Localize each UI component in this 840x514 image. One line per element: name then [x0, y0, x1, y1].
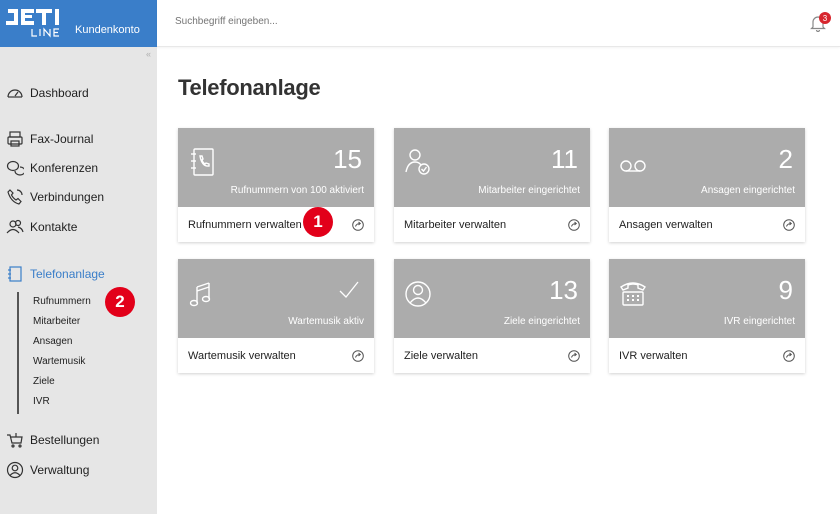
card-count: 9 — [778, 275, 793, 305]
phone-icon — [6, 188, 24, 206]
card-action-label: Mitarbeiter verwalten — [404, 218, 507, 231]
forward-arrow-icon — [783, 218, 795, 231]
user-circle-icon — [405, 281, 431, 307]
sidebar-item-label: Kontakte — [30, 220, 78, 234]
phonebook-icon — [6, 265, 24, 283]
card-ziele: 13 Ziele eingerichtet Ziele verwalten — [394, 259, 590, 373]
mitarbeiter-verwalten-link[interactable]: Mitarbeiter verwalten — [394, 207, 590, 242]
subnav-item-ivr[interactable]: IVR — [33, 396, 50, 407]
subnav-item-mitarbeiter[interactable]: Mitarbeiter — [33, 316, 80, 327]
card-count: 15 — [333, 144, 362, 174]
sidebar-item-verbindungen[interactable]: Verbindungen — [6, 187, 104, 207]
card-action-label: Rufnummern verwalten — [188, 218, 302, 231]
sidebar-item-telefonanlage[interactable]: Telefonanlage — [6, 264, 105, 284]
card-count: 13 — [549, 275, 578, 305]
chat-icon — [6, 159, 24, 177]
sidebar-item-dashboard[interactable]: Dashboard — [6, 83, 89, 103]
card-action-label: Ansagen verwalten — [619, 218, 713, 231]
jetiline-logo — [6, 9, 59, 38]
cart-icon — [6, 431, 24, 449]
annotation-marker-1: 1 — [303, 207, 333, 237]
sidebar-collapse-icon[interactable]: « — [146, 49, 151, 59]
brand-label: Kundenkonto — [75, 24, 140, 36]
forward-arrow-icon — [352, 349, 364, 362]
card-header: 9 IVR eingerichtet — [609, 259, 805, 338]
checkmark-icon — [339, 281, 359, 298]
sidebar-item-bestellungen[interactable]: Bestellungen — [6, 430, 99, 450]
user-circle-icon — [6, 461, 24, 479]
card-header: 15 Rufnummern von 100 aktiviert — [178, 128, 374, 207]
card-count: 2 — [778, 144, 793, 174]
search-input[interactable] — [175, 16, 475, 27]
forward-arrow-icon — [352, 218, 364, 231]
page-title: Telefonanlage — [178, 75, 321, 100]
forward-arrow-icon — [568, 349, 580, 362]
notification-count-badge: 3 — [819, 12, 831, 24]
ziele-verwalten-link[interactable]: Ziele verwalten — [394, 338, 590, 373]
brand-header[interactable]: Kundenkonto — [0, 0, 157, 47]
sidebar-item-label: Dashboard — [30, 86, 89, 100]
subnav-item-rufnummern[interactable]: Rufnummern — [33, 296, 91, 307]
sidebar-item-label: Telefonanlage — [30, 267, 105, 281]
forward-arrow-icon — [783, 349, 795, 362]
user-check-icon — [405, 149, 430, 175]
card-description: Ziele eingerichtet — [503, 316, 580, 327]
card-description: IVR eingerichtet — [723, 316, 795, 327]
topbar: 3 — [157, 0, 840, 47]
card-rufnummern: 15 Rufnummern von 100 aktiviert Rufnumme… — [178, 128, 374, 242]
forward-arrow-icon — [568, 218, 580, 231]
rufnummern-verwalten-link[interactable]: Rufnummern verwalten — [178, 207, 374, 242]
subnav-item-ziele[interactable]: Ziele — [33, 376, 55, 387]
card-header: 2 Ansagen eingerichtet — [609, 128, 805, 207]
sidebar-item-label: Verwaltung — [30, 463, 90, 477]
card-description: Rufnummern von 100 aktiviert — [230, 185, 364, 196]
music-icon — [189, 282, 211, 307]
card-header: Wartemusik aktiv — [178, 259, 374, 338]
sidebar-item-label: Bestellungen — [30, 433, 100, 447]
card-header: 13 Ziele eingerichtet — [394, 259, 590, 338]
voicemail-icon — [620, 160, 646, 172]
card-description: Wartemusik aktiv — [288, 316, 364, 327]
card-count: 11 — [551, 144, 578, 174]
phonebook-icon — [191, 148, 214, 176]
dashboard-icon — [6, 84, 24, 102]
ansagen-verwalten-link[interactable]: Ansagen verwalten — [609, 207, 805, 242]
sidebar-item-label: Konferenzen — [30, 161, 99, 175]
contacts-icon — [6, 218, 24, 236]
sidebar-item-fax-journal[interactable]: Fax-Journal — [6, 129, 93, 149]
sidebar-item-verwaltung[interactable]: Verwaltung — [6, 460, 89, 480]
card-action-label: Ziele verwalten — [404, 349, 478, 362]
card-ansagen: 2 Ansagen eingerichtet Ansagen verwalten — [609, 128, 805, 242]
card-ivr: 9 IVR eingerichtet IVR verwalten — [609, 259, 805, 373]
desk-phone-icon — [620, 282, 646, 306]
card-description: Mitarbeiter eingerichtet — [478, 185, 580, 196]
fax-icon — [6, 130, 24, 148]
subnav-item-ansagen[interactable]: Ansagen — [33, 336, 72, 347]
card-action-label: IVR verwalten — [619, 349, 688, 362]
ivr-verwalten-link[interactable]: IVR verwalten — [609, 338, 805, 373]
wartemusik-verwalten-link[interactable]: Wartemusik verwalten — [178, 338, 374, 373]
card-action-label: Wartemusik verwalten — [188, 349, 296, 362]
sidebar-item-label: Fax-Journal — [30, 132, 94, 146]
sidebar-item-konferenzen[interactable]: Konferenzen — [6, 158, 98, 178]
card-mitarbeiter: 11 Mitarbeiter eingerichtet Mitarbeiter … — [394, 128, 590, 242]
sidebar-item-label: Verbindungen — [30, 190, 105, 204]
card-header: 11 Mitarbeiter eingerichtet — [394, 128, 590, 207]
subnav-item-wartemusik[interactable]: Wartemusik — [33, 356, 85, 367]
card-description: Ansagen eingerichtet — [701, 185, 795, 196]
sidebar-item-kontakte[interactable]: Kontakte — [6, 217, 77, 237]
sidebar: Kundenkonto « Dashboard Fax-Journal Konf… — [0, 0, 157, 514]
annotation-marker-2: 2 — [105, 287, 135, 317]
card-wartemusik: Wartemusik aktiv Wartemusik verwalten — [178, 259, 374, 373]
